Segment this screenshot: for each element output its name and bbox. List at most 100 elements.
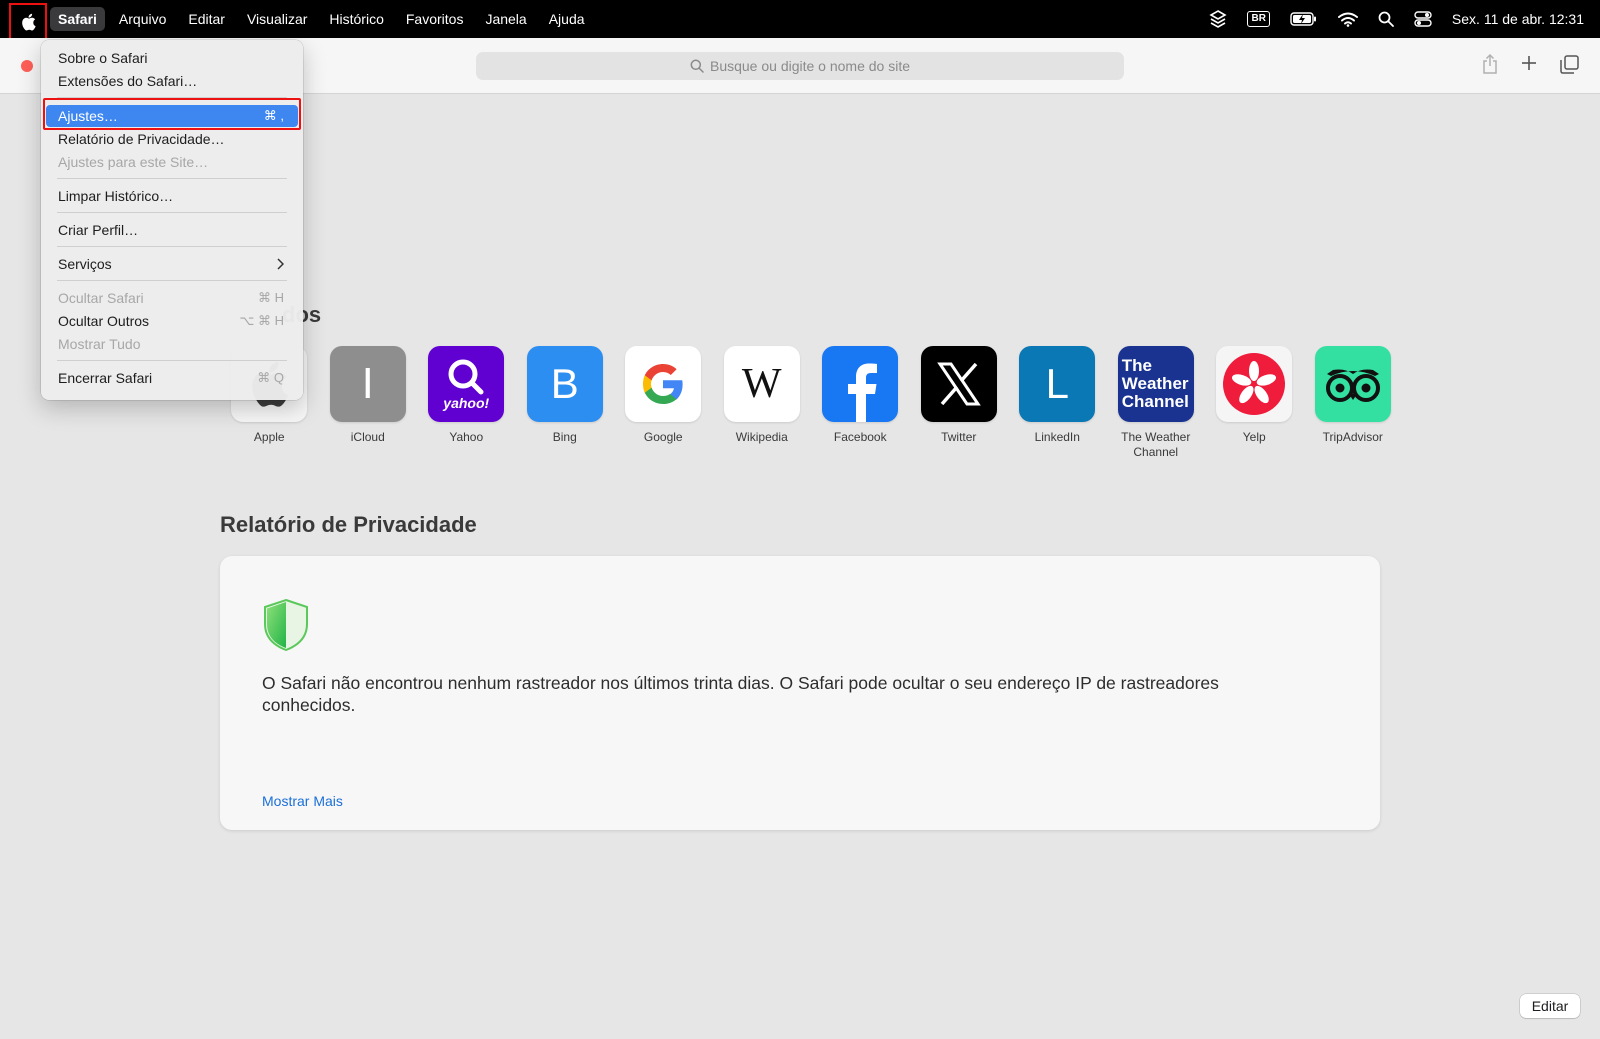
menu-item-safari-extensions[interactable]: Extensões do Safari… [46, 70, 298, 92]
linkedin-tile: L [1019, 346, 1096, 422]
menu-item-create-profile[interactable]: Criar Perfil… [46, 219, 298, 241]
wikipedia-glyph: W [741, 361, 782, 407]
privacy-report-title: Relatório de Privacidade [220, 512, 477, 537]
tripadvisor-owl-icon [1325, 369, 1380, 402]
menu-historico[interactable]: Histórico [321, 7, 391, 31]
spotlight-search-icon[interactable] [1378, 11, 1394, 27]
menu-item-label: Sobre o Safari [58, 50, 148, 66]
control-center-icon[interactable] [1414, 11, 1432, 27]
share-icon[interactable] [1482, 53, 1498, 75]
search-icon [448, 359, 484, 395]
menu-separator [57, 246, 287, 247]
layers-status-icon[interactable] [1209, 10, 1228, 28]
menu-separator [57, 360, 287, 361]
shield-icon [264, 598, 308, 652]
menu-editar[interactable]: Editar [180, 7, 233, 31]
menu-safari[interactable]: Safari [50, 7, 105, 31]
bing-tile: B [526, 346, 603, 422]
favorite-tripadvisor[interactable]: TripAdvisor [1304, 346, 1403, 460]
favorite-label: Yelp [1242, 430, 1266, 444]
favorite-label: Yahoo [449, 430, 484, 444]
menu-item-label: Limpar Histórico… [58, 188, 174, 204]
show-more-link[interactable]: Mostrar Mais [262, 793, 343, 809]
favorite-label: Wikipedia [735, 430, 788, 444]
favorite-bing[interactable]: B Bing [516, 346, 615, 460]
weather-channel-tile: The Weather Channel [1117, 346, 1194, 422]
new-tab-plus-icon[interactable] [1521, 55, 1537, 71]
menu-item-privacy-report[interactable]: Relatório de Privacidade… [46, 128, 298, 150]
favorite-google[interactable]: Google [614, 346, 713, 460]
google-tile [625, 346, 702, 422]
favorites-grid: Apple I iCloud yahoo! Yahoo B Bing Googl… [220, 346, 1402, 460]
favorite-twitter[interactable]: Twitter [910, 346, 1009, 460]
twitter-tile [920, 346, 997, 422]
google-g-icon [643, 364, 683, 404]
menu-item-quit-safari[interactable]: Encerrar Safari ⌘ Q [46, 367, 298, 389]
menu-item-hide-others[interactable]: Ocultar Outros ⌥ ⌘ H [46, 310, 298, 332]
favorite-weather-channel[interactable]: The Weather Channel The Weather Channel [1107, 346, 1206, 460]
menu-separator [57, 212, 287, 213]
x-logo-icon [936, 362, 981, 406]
yelp-burst-icon [1223, 353, 1286, 415]
menubar-clock[interactable]: Sex. 11 de abr. 12:31 [1452, 11, 1584, 27]
favorite-yahoo[interactable]: yahoo! Yahoo [417, 346, 516, 460]
menu-item-label: Extensões do Safari… [58, 73, 198, 89]
menu-item-shortcut: ⌘ H [258, 290, 284, 305]
apple-logo-icon [21, 13, 36, 31]
icloud-glyph: I [361, 359, 374, 408]
menu-item-about-safari[interactable]: Sobre o Safari [46, 47, 298, 69]
address-bar[interactable]: Busque ou digite o nome do site [476, 52, 1124, 80]
settings-focus-outline [43, 98, 301, 130]
favorite-yelp[interactable]: Yelp [1205, 346, 1304, 460]
facebook-f-icon [848, 363, 878, 422]
menu-item-services[interactable]: Serviços [46, 253, 298, 275]
apple-menu-button[interactable] [9, 3, 47, 41]
menu-item-label: Ocultar Outros [58, 313, 150, 329]
weather-glyph-line: Weather [1121, 374, 1189, 393]
menu-janela[interactable]: Janela [477, 7, 534, 31]
menu-arquivo[interactable]: Arquivo [111, 7, 174, 31]
menu-item-label: Mostrar Tudo [58, 336, 141, 352]
menu-visualizar[interactable]: Visualizar [239, 7, 315, 31]
favorite-label: Twitter [941, 430, 977, 444]
edit-button[interactable]: Editar [1520, 994, 1580, 1018]
battery-charging-icon[interactable] [1290, 12, 1318, 26]
menu-item-label: Relatório de Privacidade… [58, 131, 225, 147]
menu-favoritos[interactable]: Favoritos [398, 7, 472, 31]
menu-item-clear-history[interactable]: Limpar Histórico… [46, 185, 298, 207]
linkedin-glyph: L [1045, 360, 1069, 407]
menu-item-show-all: Mostrar Tudo [46, 333, 298, 355]
facebook-tile [822, 346, 899, 422]
menu-separator [57, 178, 287, 179]
favorite-icloud[interactable]: I iCloud [319, 346, 418, 460]
menu-item-label: Encerrar Safari [58, 370, 153, 386]
menu-item-label: Serviços [58, 256, 112, 272]
favorite-wikipedia[interactable]: W Wikipedia [713, 346, 812, 460]
favorite-label: Apple [253, 430, 285, 444]
yahoo-glyph: yahoo! [443, 395, 490, 411]
favorite-facebook[interactable]: Facebook [811, 346, 910, 460]
menu-bar: Safari Arquivo Editar Visualizar Históri… [0, 0, 1600, 41]
safari-app-menu: Sobre o Safari Extensões do Safari… Ajus… [41, 40, 303, 400]
close-window-button[interactable] [21, 60, 33, 72]
weather-glyph-line: Channel [1121, 392, 1189, 411]
menu-separator [57, 280, 287, 281]
favorite-linkedin[interactable]: L LinkedIn [1008, 346, 1107, 460]
favorite-label: iCloud [350, 430, 385, 444]
wikipedia-tile: W [723, 346, 800, 422]
chevron-right-icon [277, 258, 284, 270]
tab-overview-icon[interactable] [1560, 55, 1579, 74]
favorite-label: Facebook [833, 430, 887, 444]
menu-item-site-settings: Ajustes para este Site… [46, 151, 298, 173]
yelp-tile [1216, 346, 1293, 422]
menu-item-label: Ajustes para este Site… [58, 154, 209, 170]
favorite-label: Bing [552, 430, 577, 444]
search-icon [690, 59, 704, 73]
input-source-badge[interactable]: BR [1247, 11, 1270, 27]
menu-ajuda[interactable]: Ajuda [541, 7, 593, 31]
menu-item-hide-safari: Ocultar Safari ⌘ H [46, 287, 298, 309]
menu-item-shortcut: ⌥ ⌘ H [239, 313, 284, 328]
privacy-report-card[interactable]: O Safari não encontrou nenhum rastreador… [220, 556, 1380, 830]
wifi-icon[interactable] [1337, 12, 1358, 27]
favorite-label: The Weather Channel [1121, 430, 1191, 459]
